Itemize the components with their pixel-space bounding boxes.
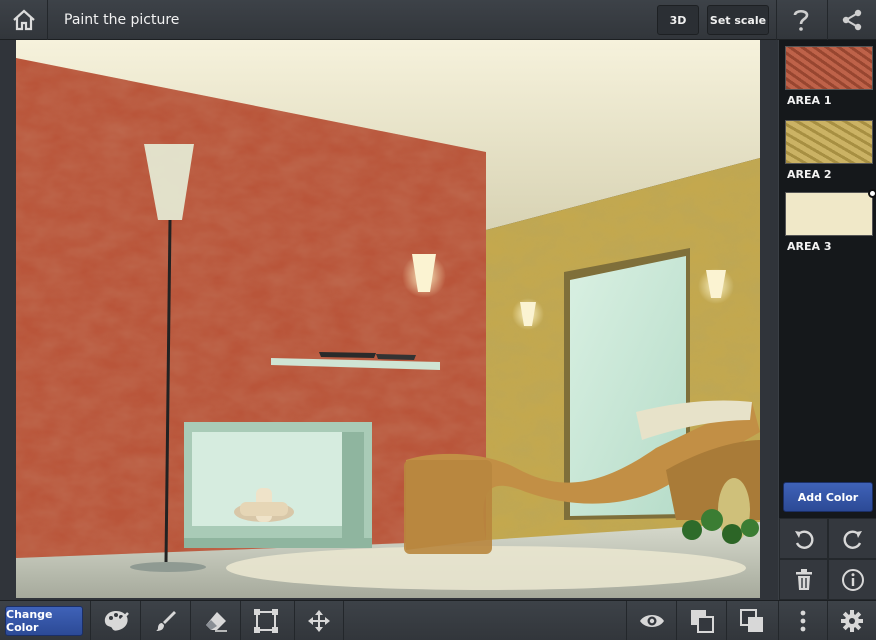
palette-tool[interactable] — [90, 601, 140, 640]
area-1-label: AREA 1 — [787, 94, 832, 107]
redo-button[interactable] — [828, 518, 876, 559]
3d-button[interactable]: 3D — [657, 5, 699, 35]
selection-icon — [253, 609, 278, 633]
eraser-icon — [205, 612, 227, 632]
eye-icon — [639, 615, 664, 627]
home-icon — [12, 9, 35, 31]
palette-icon — [104, 611, 129, 631]
more-icon — [800, 610, 806, 632]
area-item-2[interactable]: AREA 2 — [785, 120, 873, 181]
top-bar: Paint the picture 3D Set scale — [0, 0, 876, 40]
bring-front-button[interactable] — [676, 601, 726, 640]
bottom-toolbar: Change Color — [0, 600, 876, 640]
area-3-label: AREA 3 — [787, 240, 832, 253]
selected-indicator — [868, 189, 876, 198]
edit-actions — [779, 518, 876, 600]
redo-icon — [843, 530, 862, 549]
brush-icon — [155, 611, 176, 631]
area-item-1[interactable]: AREA 1 — [785, 46, 873, 107]
info-button[interactable] — [828, 559, 876, 600]
eraser-tool[interactable] — [190, 601, 240, 640]
gear-icon — [841, 610, 863, 632]
change-color-button[interactable]: Change Color — [5, 606, 83, 636]
help-icon — [793, 9, 808, 31]
area-item-3[interactable]: AREA 3 — [785, 189, 876, 253]
area-2-swatch[interactable] — [785, 120, 873, 164]
home-button[interactable] — [0, 0, 48, 40]
room-picture[interactable] — [16, 40, 760, 598]
move-tool[interactable] — [294, 601, 344, 640]
selection-tool[interactable] — [240, 601, 290, 640]
more-button[interactable] — [778, 601, 827, 640]
canvas-frame — [0, 40, 778, 600]
move-icon — [308, 610, 330, 632]
brush-tool[interactable] — [140, 601, 190, 640]
visibility-toggle[interactable] — [626, 601, 676, 640]
delete-button[interactable] — [779, 559, 828, 600]
area-3-swatch[interactable] — [785, 192, 873, 236]
add-color-button[interactable]: Add Color — [783, 482, 873, 512]
send-back-button[interactable] — [726, 601, 776, 640]
trash-icon — [795, 568, 812, 590]
area-2-label: AREA 2 — [787, 168, 832, 181]
areas-panel: AREA 1 AREA 2 AREA 3 Add Color — [778, 40, 876, 600]
area-1-swatch[interactable] — [785, 46, 873, 90]
room-scene — [16, 40, 760, 598]
bring-front-icon — [690, 610, 714, 633]
share-button[interactable] — [827, 0, 876, 40]
set-scale-button[interactable]: Set scale — [707, 5, 769, 35]
info-icon — [841, 568, 864, 591]
share-icon — [842, 9, 862, 31]
undo-button[interactable] — [779, 518, 828, 559]
send-back-icon — [739, 609, 763, 632]
help-button[interactable] — [776, 0, 824, 40]
page-title: Paint the picture — [64, 12, 180, 28]
undo-icon — [794, 530, 813, 549]
settings-button[interactable] — [827, 601, 876, 640]
